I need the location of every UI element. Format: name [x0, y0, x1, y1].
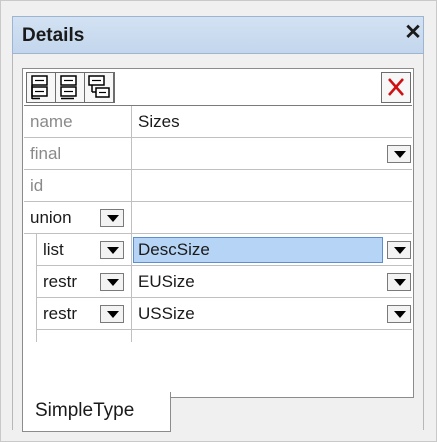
panel-title: Details — [22, 25, 85, 46]
member-row-restr — [36, 266, 412, 298]
member-value-dropdown[interactable] — [387, 273, 411, 291]
member-kind-dropdown[interactable] — [100, 305, 124, 323]
member-kind-restr: restr — [43, 304, 77, 323]
chevron-down-icon — [394, 279, 406, 286]
chevron-down-icon — [107, 215, 119, 222]
close-icon[interactable]: ✕ — [404, 22, 422, 44]
member-value-dropdown[interactable] — [387, 305, 411, 323]
chevron-down-icon — [107, 279, 119, 286]
property-value-name[interactable]: Sizes — [138, 106, 180, 138]
add-after-icon[interactable] — [55, 72, 85, 103]
member-kind-restr: restr — [43, 272, 77, 291]
member-value-descsize[interactable]: DescSize — [138, 234, 210, 266]
member-value-eusize[interactable]: EUSize — [138, 266, 195, 298]
chevron-down-icon — [394, 247, 406, 254]
member-value-dropdown[interactable] — [387, 241, 411, 259]
property-label-name: name — [30, 112, 73, 131]
union-row — [24, 202, 412, 234]
toolbar-separator — [114, 72, 115, 103]
add-before-icon[interactable] — [26, 72, 56, 103]
property-row-id — [24, 170, 412, 202]
property-row-name — [24, 106, 412, 138]
delete-x-icon[interactable] — [381, 72, 411, 103]
tab-label: SimpleType — [35, 400, 135, 421]
property-label-final: final — [30, 144, 62, 163]
union-label: union — [30, 208, 72, 227]
chevron-down-icon — [107, 247, 119, 254]
chevron-down-icon — [394, 311, 406, 318]
member-kind-list: list — [43, 240, 64, 259]
member-row-restr — [36, 298, 412, 330]
chevron-down-icon — [394, 151, 406, 158]
add-child-icon[interactable] — [84, 72, 114, 103]
property-row-final — [24, 138, 412, 170]
chevron-down-icon — [107, 311, 119, 318]
union-dropdown-button[interactable] — [100, 209, 124, 227]
member-value-ussize[interactable]: USSize — [138, 298, 195, 330]
member-kind-dropdown[interactable] — [100, 241, 124, 259]
property-label-id: id — [30, 176, 44, 195]
member-kind-dropdown[interactable] — [100, 273, 124, 291]
final-dropdown-button[interactable] — [387, 145, 411, 163]
